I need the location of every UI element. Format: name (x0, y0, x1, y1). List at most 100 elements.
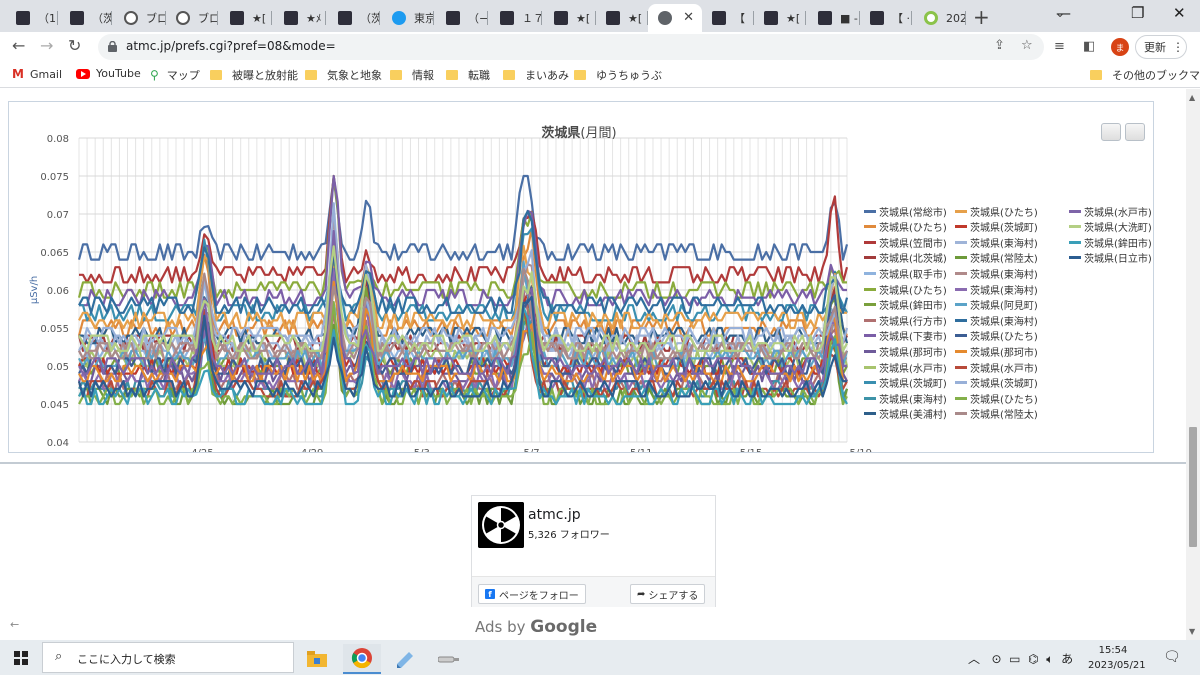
scroll-left-icon[interactable]: ← (10, 618, 19, 631)
battery-icon[interactable]: ▭ (1009, 652, 1020, 666)
legend-item[interactable]: 茨城県(東海村) (955, 313, 1038, 328)
legend-item[interactable]: 茨城県(ひたち) (955, 391, 1038, 406)
scroll-thumb[interactable] (1189, 427, 1197, 547)
browser-tab[interactable]: ★[ (754, 4, 806, 32)
legend-item[interactable]: 茨城県(行方市) (864, 313, 947, 328)
legend-item[interactable]: 茨城県(水戸市) (955, 360, 1038, 375)
browser-tab[interactable]: （1 (6, 4, 58, 32)
legend-item[interactable]: 茨城県(北茨城) (864, 251, 947, 265)
close-window-icon[interactable]: ✕ (1173, 4, 1186, 22)
bookmark-item[interactable]: 情報 (390, 67, 434, 83)
snipping-tool-icon[interactable] (386, 644, 424, 674)
new-tab-button[interactable]: + (973, 5, 990, 29)
legend-item[interactable]: 茨城県(ひたち) (955, 204, 1038, 219)
usb-device-icon[interactable] (430, 644, 468, 674)
update-button[interactable]: 更新 ⋮ (1135, 35, 1187, 59)
legend-item[interactable]: 茨城県(大洗町) (1069, 220, 1152, 234)
legend-item[interactable]: 茨城県(日立市) (1069, 251, 1152, 265)
download-chart-button[interactable] (1125, 123, 1145, 141)
legend-item[interactable]: 茨城県(鉾田市) (1069, 235, 1152, 250)
bookmark-item[interactable]: まいあみ (503, 67, 569, 83)
browser-tab[interactable]: （茨 (328, 4, 380, 32)
notification-icon[interactable]: 🗨︎ (1163, 649, 1181, 665)
legend-item[interactable]: 茨城県(笠間市) (864, 235, 947, 250)
legend-item[interactable]: 茨城県(取手市) (864, 266, 947, 281)
share-button[interactable]: ➦ シェアする (630, 584, 706, 604)
browser-tab[interactable]: 202 (914, 4, 966, 32)
network-icon[interactable]: ⌬ (1028, 652, 1038, 666)
browser-tab[interactable]: 東京 (382, 4, 434, 32)
legend-item[interactable]: 茨城県(ひたち) (864, 220, 947, 234)
reading-list-icon[interactable]: ≡ (1054, 39, 1065, 54)
legend-item[interactable]: 茨城県(阿見町) (955, 298, 1038, 312)
radiation-logo-icon[interactable] (478, 502, 524, 548)
legend-item[interactable]: 茨城県(鉾田市) (864, 298, 947, 312)
bookmark-item[interactable]: YouTube (76, 67, 141, 80)
browser-tab[interactable]: （茨 (60, 4, 112, 32)
bookmark-item[interactable]: 被曝と放射能 (210, 67, 298, 83)
legend-item[interactable]: 茨城県(那珂市) (955, 344, 1038, 359)
back-icon[interactable]: ← (12, 36, 25, 55)
browser-tab[interactable]: ★ﾒ (274, 4, 326, 32)
legend-item[interactable]: 茨城県(ひたち) (864, 282, 947, 297)
legend-item[interactable]: 茨城県(常陸太) (955, 407, 1038, 421)
browser-tab[interactable]: ★[ (596, 4, 648, 32)
legend-item[interactable]: 茨城県(常陸太) (955, 251, 1038, 265)
close-tab-icon[interactable]: ✕ (683, 10, 694, 25)
browser-tab[interactable]: ■ - (808, 4, 860, 32)
profile-avatar[interactable]: ま (1111, 38, 1129, 56)
taskbar-search[interactable]: ⌕ ここに入力して検索 (42, 642, 294, 673)
legend-item[interactable]: 茨城県(那珂市) (864, 344, 947, 359)
bookmark-item[interactable]: M Gmail (12, 67, 62, 81)
legend-item[interactable]: 茨城県(茨城町) (955, 376, 1038, 390)
bookmark-item[interactable]: 転職 (446, 67, 490, 83)
legend-item[interactable]: 茨城県(東海村) (864, 391, 947, 406)
bookmark-item[interactable]: ゆうちゅうぶ (574, 67, 662, 83)
reload-icon[interactable]: ↻ (68, 36, 81, 55)
print-chart-button[interactable] (1101, 123, 1121, 141)
clock[interactable]: 15:54 2023/05/21 (1088, 643, 1146, 673)
address-bar[interactable]: atmc.jp/prefs.cgi?pref=08&mode= ⇪ ☆ (98, 34, 1044, 60)
other-bookmarks[interactable]: その他のブックマーク (1090, 67, 1200, 83)
scroll-down-icon[interactable]: ▼ (1189, 627, 1195, 636)
legend-item[interactable]: 茨城県(東海村) (955, 266, 1038, 281)
side-panel-icon[interactable]: ◧ (1083, 39, 1095, 54)
legend-item[interactable]: 茨城県(茨城町) (955, 220, 1038, 234)
scroll-up-icon[interactable]: ▲ (1189, 93, 1195, 102)
legend-item[interactable]: 茨城県(東海村) (955, 235, 1038, 250)
legend-item[interactable]: 茨城県(東海村) (955, 282, 1038, 297)
legend-item[interactable]: 茨城県(常総市) (864, 204, 947, 219)
camera-icon[interactable]: ⊙ (991, 652, 1001, 666)
legend-item[interactable]: 茨城県(ひたち) (955, 329, 1038, 343)
bookmark-star-icon[interactable]: ☆ (1021, 38, 1033, 53)
share-page-icon[interactable]: ⇪ (994, 38, 1005, 53)
browser-tab[interactable]: 【 · (860, 4, 912, 32)
file-explorer-icon[interactable] (298, 644, 336, 674)
legend-item[interactable]: 茨城県(美浦村) (864, 407, 947, 421)
follow-page-button[interactable]: f ページをフォロー (478, 584, 586, 604)
legend-item[interactable]: 茨城県(茨城町) (864, 376, 947, 390)
browser-tab[interactable]: １７ (490, 4, 542, 32)
bookmark-item[interactable]: 気象と地象 (305, 67, 382, 83)
browser-tab[interactable]: ✕ (648, 4, 702, 32)
legend-item[interactable]: 茨城県(水戸市) (1069, 204, 1152, 219)
system-tray[interactable]: ︿ ⊙ ▭ ⌬ 🔈︎ あ (968, 650, 1073, 667)
legend-item[interactable]: 茨城県(下妻市) (864, 329, 947, 343)
volume-icon[interactable]: 🔈︎ (1046, 652, 1053, 666)
bookmark-item[interactable]: ⚲ マップ (150, 67, 200, 83)
chrome-icon[interactable] (343, 644, 381, 674)
forward-icon[interactable]: → (40, 36, 53, 55)
legend-item[interactable]: 茨城県(水戸市) (864, 360, 947, 375)
tray-expand-icon[interactable]: ︿ (968, 652, 980, 666)
browser-tab[interactable]: ★[ (544, 4, 596, 32)
horizontal-scrollbar[interactable]: ← (0, 618, 1060, 632)
browser-tab[interactable]: ブロ (114, 4, 166, 32)
facebook-page-name[interactable]: atmc.jp (528, 507, 581, 523)
browser-tab[interactable]: ★[ (220, 4, 272, 32)
restore-icon[interactable]: ❐ (1131, 4, 1144, 22)
windows-start-icon[interactable] (14, 651, 28, 665)
minimize-icon[interactable]: — (1056, 4, 1071, 22)
vertical-scrollbar[interactable]: ▲ ▼ (1186, 89, 1200, 640)
ime-indicator[interactable]: あ (1061, 652, 1073, 666)
browser-tab[interactable]: （− (436, 4, 488, 32)
